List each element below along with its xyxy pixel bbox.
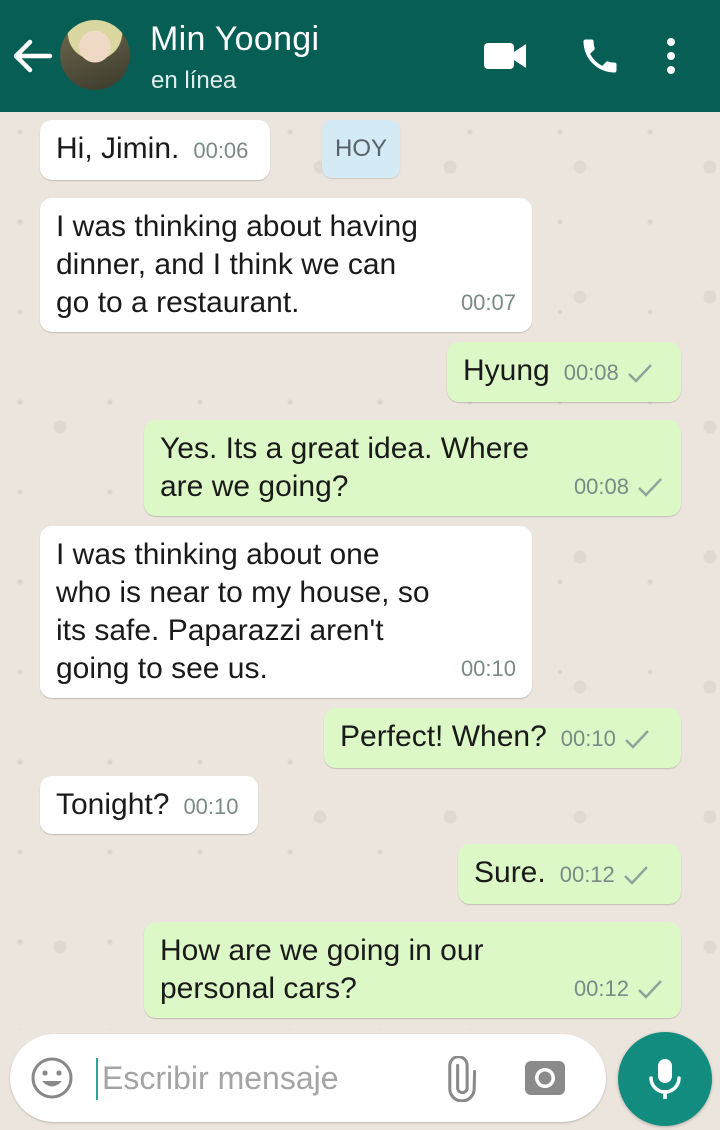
- date-chip: HOY: [322, 120, 400, 178]
- message-time: 00:10: [561, 720, 652, 758]
- message-incoming[interactable]: Tonight? 00:10: [40, 776, 258, 834]
- attach-button[interactable]: [436, 1055, 482, 1103]
- message-time: 00:08: [564, 354, 655, 392]
- back-button[interactable]: [10, 36, 54, 76]
- single-check-icon: [623, 866, 648, 885]
- contact-status: en línea: [151, 67, 237, 94]
- message-text: Perfect! When?: [340, 720, 547, 753]
- message-text: I was thinking about one who is near to …: [56, 538, 430, 685]
- video-call-button[interactable]: [482, 34, 528, 78]
- message-text: Tonight?: [56, 788, 170, 821]
- text-cursor: [96, 1058, 98, 1100]
- message-time: 00:12: [560, 856, 651, 894]
- message-list[interactable]: HOY Hi, Jimin. 00:06 I was thinking abou…: [0, 112, 720, 1030]
- voice-message-button[interactable]: [618, 1032, 712, 1126]
- message-time: 00:10: [460, 656, 516, 681]
- voice-call-icon: [583, 39, 617, 73]
- voice-call-button[interactable]: [578, 34, 622, 78]
- single-check-icon: [638, 980, 662, 999]
- message-outgoing[interactable]: Yes. Its a great idea. Where are we goin…: [144, 420, 681, 516]
- message-composer: [10, 1034, 606, 1122]
- single-check-icon: [638, 478, 662, 497]
- message-time: 00:08: [574, 468, 665, 506]
- message-outgoing[interactable]: How are we going in our personal cars? 0…: [144, 922, 681, 1018]
- message-time: 00:12: [574, 970, 665, 1008]
- message-text: Hi, Jimin.: [56, 132, 180, 165]
- more-options-button[interactable]: [656, 34, 686, 78]
- message-outgoing[interactable]: Sure. 00:12: [458, 844, 681, 904]
- back-arrow-icon: [13, 39, 53, 73]
- contact-avatar[interactable]: [60, 20, 130, 90]
- microphone-icon: [649, 1059, 681, 1099]
- message-outgoing[interactable]: Perfect! When? 00:10: [324, 708, 681, 768]
- message-incoming[interactable]: Hi, Jimin. 00:06: [40, 120, 270, 180]
- message-time: 00:06: [193, 138, 249, 163]
- message-outgoing[interactable]: Hyung 00:08: [447, 342, 681, 402]
- attach-icon: [448, 1055, 477, 1103]
- message-text: Sure.: [474, 856, 546, 889]
- video-call-icon: [484, 43, 526, 69]
- message-time: 00:10: [183, 794, 239, 819]
- message-text: I was thinking about having dinner, and …: [56, 210, 418, 319]
- emoji-button[interactable]: [30, 1056, 74, 1100]
- message-text: Hyung: [463, 354, 550, 387]
- message-time: 00:07: [460, 290, 516, 315]
- camera-button[interactable]: [522, 1056, 568, 1100]
- single-check-icon: [624, 730, 649, 749]
- emoji-icon: [31, 1057, 73, 1099]
- contact-name[interactable]: Min Yoongi: [150, 20, 319, 59]
- message-incoming[interactable]: I was thinking about having dinner, and …: [40, 198, 532, 332]
- message-incoming[interactable]: I was thinking about one who is near to …: [40, 526, 532, 698]
- more-options-icon: [667, 38, 675, 74]
- message-input[interactable]: [102, 1056, 412, 1100]
- camera-icon: [525, 1061, 565, 1095]
- chat-header: Min Yoongi en línea: [0, 0, 720, 112]
- single-check-icon: [627, 364, 652, 383]
